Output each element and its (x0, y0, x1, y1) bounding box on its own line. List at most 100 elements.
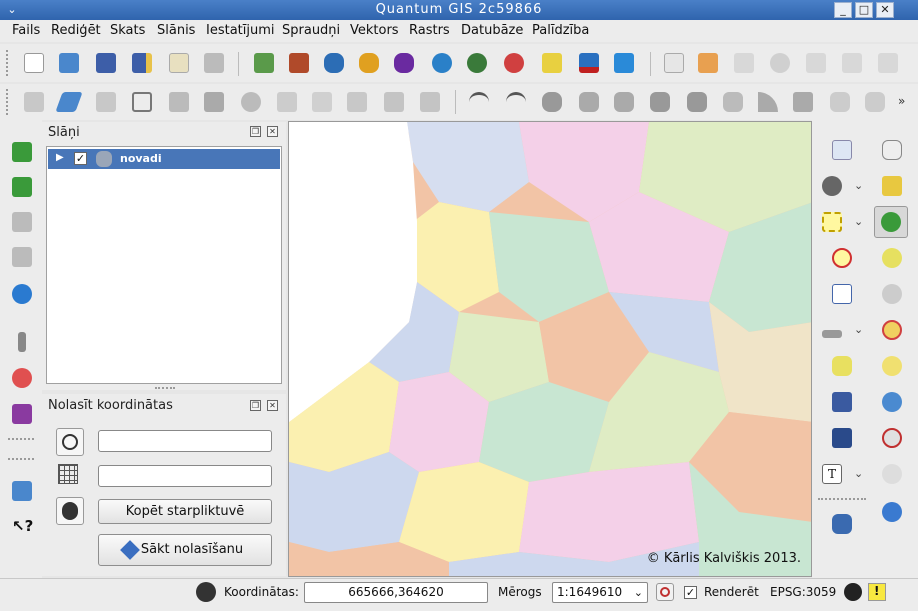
crs-label[interactable]: EPSG:3059 (770, 585, 836, 599)
zoom-in-icon[interactable] (874, 206, 908, 238)
toolbar-overflow-icon[interactable]: » (896, 88, 914, 116)
delete-ring-icon[interactable] (646, 88, 674, 116)
map-canvas[interactable]: © Kārlis Kalviškis 2013. (288, 121, 812, 577)
zoom-last-icon[interactable] (878, 424, 906, 452)
pan-icon[interactable] (878, 136, 906, 164)
globe-icon[interactable] (8, 280, 36, 308)
menu-palidziba[interactable]: Palīdzība (532, 23, 589, 38)
menu-rediget[interactable]: Rediģēt (51, 23, 101, 38)
select-icon[interactable] (818, 208, 846, 236)
menu-slanis[interactable]: Slānis (157, 23, 195, 38)
zoom-next-icon[interactable] (878, 460, 906, 488)
open-project-icon[interactable] (55, 49, 83, 77)
toolbar-grip[interactable] (8, 438, 34, 442)
chevron-down-icon[interactable]: ⌄ (854, 324, 866, 336)
scale-field[interactable]: 1:1649610 ⌄ (552, 582, 648, 603)
warning-icon[interactable]: ! (868, 583, 886, 601)
delete-part-icon[interactable] (683, 88, 711, 116)
coordinate-toggle-icon[interactable] (196, 582, 216, 602)
undo-icon[interactable] (465, 88, 493, 116)
close-button[interactable]: ✕ (876, 2, 894, 18)
copy-features-icon[interactable] (308, 88, 336, 116)
add-wcs-icon[interactable] (463, 49, 491, 77)
simplify-icon[interactable] (538, 88, 566, 116)
panel-splitter[interactable] (155, 387, 175, 391)
whats-this-icon[interactable]: ↖? (8, 512, 36, 540)
menu-spraudni[interactable]: Spraudņi (282, 23, 340, 38)
toolbar-grip[interactable] (8, 458, 34, 462)
spellcheck-icon[interactable] (660, 49, 688, 77)
raster-local-icon[interactable] (8, 208, 36, 236)
attribute-table-icon[interactable] (828, 280, 856, 308)
save-edits-icon[interactable] (20, 88, 48, 116)
chevron-down-icon[interactable]: ⌄ (854, 468, 866, 480)
print-composer-icon[interactable] (165, 49, 193, 77)
help-book-icon[interactable] (8, 477, 36, 505)
raster-stretch-icon[interactable] (8, 173, 36, 201)
deselect-icon[interactable] (828, 244, 856, 272)
reshape-icon[interactable] (719, 88, 747, 116)
layer-row[interactable]: ▶ ✓ novadi (48, 149, 280, 169)
expand-arrow-icon[interactable]: ▶ (56, 152, 64, 163)
offset-curve-icon[interactable] (754, 88, 782, 116)
raster-full-icon[interactable] (8, 243, 36, 271)
menu-vektors[interactable]: Vektors (350, 23, 399, 38)
new-shapefile-icon[interactable] (610, 49, 638, 77)
menu-datubaze[interactable]: Datubāze (461, 23, 523, 38)
maximize-button[interactable]: □ (855, 2, 873, 18)
coordinates-field[interactable]: 665666,364620 (304, 582, 488, 603)
annotation-icon[interactable] (828, 352, 856, 380)
raster-histogram-icon[interactable] (8, 138, 36, 166)
zoom-to-selection-icon[interactable] (878, 316, 906, 344)
remove-layer-icon[interactable] (575, 49, 603, 77)
node-tool-icon[interactable] (200, 88, 228, 116)
render-checkbox[interactable]: ✓ (684, 586, 697, 599)
toggle-topology-icon[interactable] (380, 88, 408, 116)
save-as-icon[interactable] (128, 49, 156, 77)
new-project-icon[interactable] (20, 49, 48, 77)
georeferencer-icon[interactable] (8, 400, 36, 428)
start-capture-button[interactable]: Sākt nolasīšanu (98, 534, 272, 566)
plugin-tag-icon[interactable] (694, 49, 722, 77)
map-crs-coordinate-field[interactable] (98, 430, 272, 452)
add-vector-layer-icon[interactable] (250, 49, 278, 77)
add-feature-icon[interactable] (128, 88, 156, 116)
chevron-down-icon[interactable]: ⌄ (854, 216, 866, 228)
move-feature-icon[interactable] (165, 88, 193, 116)
add-wfs-icon[interactable] (500, 49, 528, 77)
add-wms-icon[interactable] (428, 49, 456, 77)
toggle-snapping-icon[interactable] (416, 88, 444, 116)
add-postgis-icon[interactable] (320, 49, 348, 77)
close-panel-icon[interactable]: ✕ (267, 126, 278, 137)
chevron-down-icon[interactable]: ⌄ (854, 180, 866, 192)
measure-icon[interactable] (8, 328, 36, 356)
zoom-native-icon[interactable] (878, 388, 906, 416)
toolbar-grip[interactable] (818, 498, 866, 502)
add-part-icon[interactable] (610, 88, 638, 116)
minimize-button[interactable]: _ (834, 2, 852, 18)
close-panel-icon[interactable]: ✕ (267, 400, 278, 411)
split-features-icon[interactable] (789, 88, 817, 116)
crosshair-icon[interactable] (56, 428, 84, 456)
toggle-editing-icon[interactable] (55, 88, 83, 116)
menu-skats[interactable]: Skats (110, 23, 145, 38)
plugin-eye-icon[interactable] (766, 49, 794, 77)
add-delimited-text-icon[interactable] (538, 49, 566, 77)
add-raster-layer-icon[interactable] (285, 49, 313, 77)
toolbar-grip[interactable] (6, 50, 10, 76)
plugin-b-icon[interactable] (802, 49, 830, 77)
toolbar-grip[interactable] (6, 89, 10, 115)
refresh-icon[interactable] (878, 498, 906, 526)
zoom-out-icon[interactable] (878, 244, 906, 272)
merge-features-icon[interactable] (826, 88, 854, 116)
add-ring-icon[interactable] (575, 88, 603, 116)
delete-selected-icon[interactable] (237, 88, 265, 116)
text-annotation-icon[interactable]: T (818, 460, 846, 488)
save-project-icon[interactable] (92, 49, 120, 77)
measure-line-icon[interactable] (818, 316, 846, 344)
paste-features-icon[interactable] (343, 88, 371, 116)
new-bookmark-icon[interactable] (828, 424, 856, 452)
plugin-a-icon[interactable] (730, 49, 758, 77)
print-icon[interactable] (200, 49, 228, 77)
plugin-c-icon[interactable] (838, 49, 866, 77)
